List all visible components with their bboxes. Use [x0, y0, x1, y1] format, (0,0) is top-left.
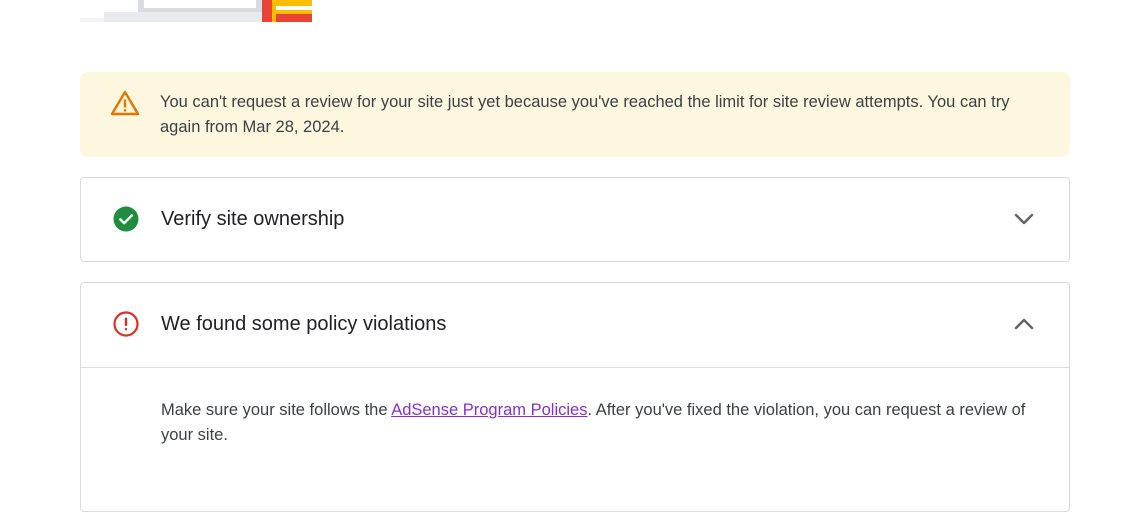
- warning-triangle-icon: [110, 90, 140, 116]
- verify-site-ownership-header[interactable]: Verify site ownership: [81, 178, 1069, 262]
- adsense-program-policies-link[interactable]: AdSense Program Policies: [391, 401, 587, 419]
- policy-violations-header[interactable]: We found some policy violations: [81, 283, 1069, 367]
- policy-violations-body: Make sure your site follows the AdSense …: [81, 368, 1069, 448]
- hero-illustration: [80, 0, 312, 22]
- review-limit-warning-banner: You can't request a review for your site…: [80, 72, 1070, 157]
- policy-violations-panel: We found some policy violations Make sur…: [80, 282, 1070, 512]
- policy-violations-title: We found some policy violations: [161, 313, 447, 335]
- verify-site-ownership-panel: Verify site ownership: [80, 177, 1070, 262]
- verify-site-ownership-title: Verify site ownership: [161, 208, 345, 230]
- policy-body-text-start: Make sure your site follows the: [161, 401, 392, 419]
- error-circle-icon: [113, 311, 139, 337]
- chevron-up-icon[interactable]: [1011, 311, 1037, 337]
- check-circle-icon: [113, 206, 139, 232]
- chevron-down-icon[interactable]: [1011, 206, 1037, 232]
- warning-message: You can't request a review for your site…: [160, 93, 1010, 136]
